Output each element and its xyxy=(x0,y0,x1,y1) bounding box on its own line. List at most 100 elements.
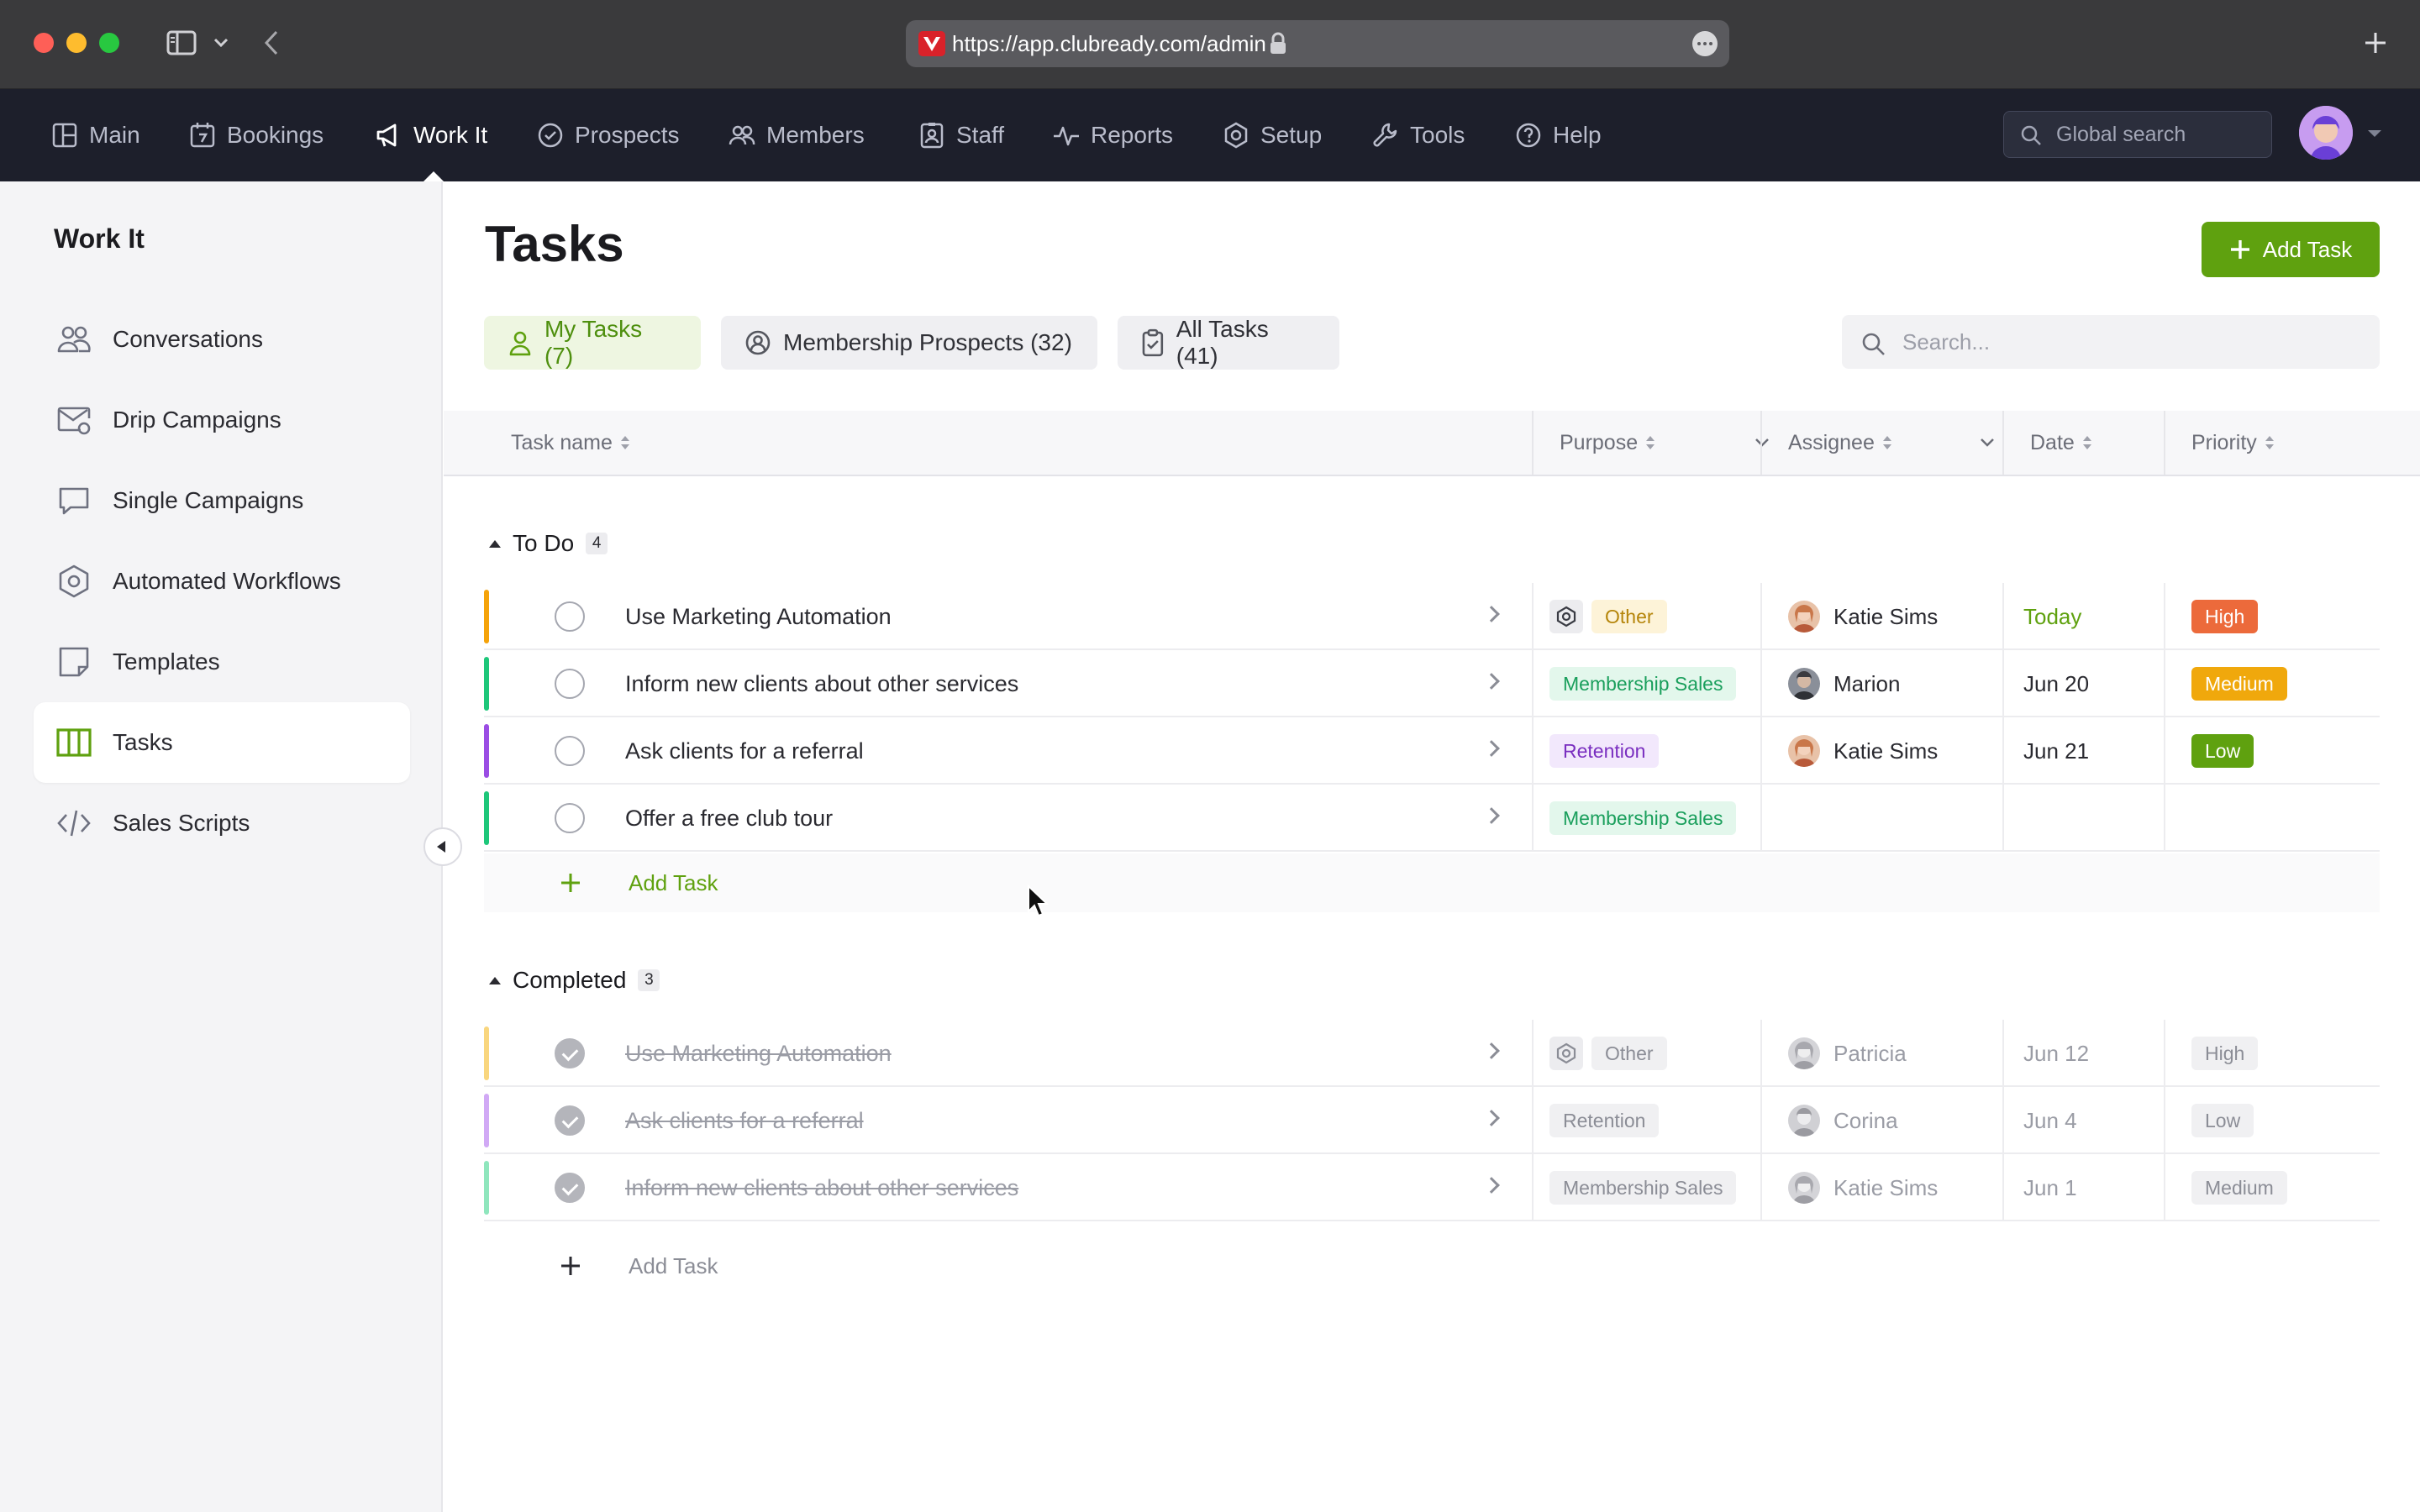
task-name[interactable]: Use Marketing Automation xyxy=(625,583,892,650)
group-header-completed[interactable]: Completed 3 xyxy=(489,963,660,997)
tab-my-tasks[interactable]: My Tasks (7) xyxy=(484,316,701,370)
address-bar[interactable]: https://app.clubready.com/admin xyxy=(906,20,1729,67)
nav-label: Help xyxy=(1553,122,1602,148)
chevron-right-icon[interactable] xyxy=(1483,1042,1500,1059)
sort-icon xyxy=(620,434,629,451)
page-title: Tasks xyxy=(485,216,624,272)
add-task-link[interactable]: Add Task xyxy=(629,1236,718,1295)
badge-icon xyxy=(920,123,944,149)
sidebar-item-automated-workflows[interactable]: Automated Workflows xyxy=(34,541,410,622)
table-row[interactable]: Inform new clients about other services … xyxy=(484,650,2380,717)
collapse-sidebar-button[interactable] xyxy=(424,827,462,866)
global-search-input[interactable] xyxy=(2056,112,2258,157)
sidebar-item-sales-scripts[interactable]: Sales Scripts xyxy=(34,783,410,864)
zoom-window-button[interactable] xyxy=(99,33,119,53)
nav-item-prospects[interactable]: Prospects xyxy=(536,89,680,181)
column-header-date[interactable]: Date xyxy=(2030,411,2091,475)
chevron-right-icon[interactable] xyxy=(1483,1177,1500,1194)
table-row[interactable]: Ask clients for a referral Retention Cor… xyxy=(484,1087,2380,1154)
sidebar-item-templates[interactable]: Templates xyxy=(34,622,410,702)
group-count-badge: 4 xyxy=(586,533,608,554)
table-row[interactable]: Ask clients for a referral Retention Kat… xyxy=(484,717,2380,785)
chevron-down-icon[interactable] xyxy=(1980,438,1995,448)
column-header-purpose[interactable]: Purpose xyxy=(1560,411,1770,475)
sidebar-item-single-campaigns[interactable]: Single Campaigns xyxy=(34,460,410,541)
chevron-right-icon[interactable] xyxy=(1483,1110,1500,1126)
more-options-icon[interactable] xyxy=(1692,31,1718,56)
task-name[interactable]: Ask clients for a referral xyxy=(625,717,864,785)
chevron-down-icon[interactable] xyxy=(212,25,230,60)
task-search[interactable] xyxy=(1842,315,2380,369)
nav-item-members[interactable]: Members xyxy=(728,89,865,181)
column-header-assignee[interactable]: Assignee xyxy=(1788,411,1995,475)
task-name[interactable]: Offer a free club tour xyxy=(625,785,833,852)
sidebar-item-label: Templates xyxy=(113,648,220,675)
sidebar-item-drip-campaigns[interactable]: Drip Campaigns xyxy=(34,380,410,460)
add-task-link[interactable]: Add Task xyxy=(629,853,718,912)
back-icon[interactable] xyxy=(260,25,282,60)
priority-cell: Low xyxy=(2191,1104,2254,1137)
purpose-badge: Other xyxy=(1591,600,1667,633)
nav-item-work-it[interactable]: Work It xyxy=(375,89,487,181)
gear-icon xyxy=(1549,600,1583,633)
task-name[interactable]: Ask clients for a referral xyxy=(625,1087,864,1154)
nav-item-tools[interactable]: Tools xyxy=(1371,89,1465,181)
priority-cell: Medium xyxy=(2191,1171,2287,1205)
nav-item-reports[interactable]: Reports xyxy=(1052,89,1173,181)
task-checkbox[interactable] xyxy=(555,736,585,766)
task-checkbox[interactable] xyxy=(555,803,585,833)
table-row[interactable]: Offer a free club tour Membership Sales xyxy=(484,785,2380,852)
task-checkbox[interactable] xyxy=(555,601,585,632)
tab-membership-prospects[interactable]: Membership Prospects (32) xyxy=(721,316,1097,370)
nav-item-help[interactable]: Help xyxy=(1514,89,1602,181)
minimize-window-button[interactable] xyxy=(66,33,87,53)
priority-color-bar xyxy=(484,724,489,778)
task-name[interactable]: Use Marketing Automation xyxy=(625,1020,892,1087)
active-nav-indicator xyxy=(424,171,444,181)
table-row[interactable]: Use Marketing Automation Other Katie Sim… xyxy=(484,583,2380,650)
mouse-cursor-icon xyxy=(1028,885,1050,917)
avatar[interactable] xyxy=(2299,106,2353,160)
nav-item-setup[interactable]: Setup xyxy=(1222,89,1322,181)
chevron-down-icon[interactable] xyxy=(2366,129,2383,139)
group-header-todo[interactable]: To Do 4 xyxy=(489,527,608,560)
nav-item-bookings[interactable]: Bookings xyxy=(188,89,324,181)
add-task-button[interactable]: Add Task xyxy=(2202,222,2380,277)
task-name[interactable]: Inform new clients about other services xyxy=(625,650,1018,717)
sort-icon xyxy=(1882,434,1891,451)
chevron-right-icon[interactable] xyxy=(1483,740,1500,757)
chevron-down-icon[interactable] xyxy=(1754,438,1770,448)
task-search-input[interactable] xyxy=(1902,315,2356,369)
table-row[interactable]: Inform new clients about other services … xyxy=(484,1154,2380,1221)
task-checkbox[interactable] xyxy=(555,669,585,699)
add-task-row-completed[interactable]: Add Task xyxy=(484,1236,2380,1295)
table-row[interactable]: Use Marketing Automation Other Patricia … xyxy=(484,1020,2380,1087)
assignee-cell: Marion xyxy=(1788,650,1900,717)
task-checkbox-checked[interactable] xyxy=(555,1173,585,1203)
group-count-badge: 3 xyxy=(638,969,660,991)
nav-item-staff[interactable]: Staff xyxy=(918,89,1004,181)
chevron-right-icon[interactable] xyxy=(1483,673,1500,690)
sidebar-item-tasks[interactable]: Tasks xyxy=(34,702,410,783)
global-search[interactable] xyxy=(2003,111,2272,158)
sidebar-toggle-icon[interactable] xyxy=(165,25,198,60)
users-icon xyxy=(57,326,91,353)
add-task-row-todo[interactable]: Add Task xyxy=(484,853,2380,912)
new-tab-icon[interactable] xyxy=(2361,25,2390,60)
task-name[interactable]: Inform new clients about other services xyxy=(625,1154,1018,1221)
column-header-priority[interactable]: Priority xyxy=(2191,411,2274,475)
column-header-task-name[interactable]: Task name xyxy=(511,411,629,475)
task-checkbox-checked[interactable] xyxy=(555,1105,585,1136)
sort-icon xyxy=(2082,434,2091,451)
assignee-cell: Patricia xyxy=(1788,1020,1907,1087)
nav-label: Tools xyxy=(1410,122,1465,148)
tab-all-tasks[interactable]: All Tasks (41) xyxy=(1118,316,1339,370)
nav-item-main[interactable]: Main xyxy=(50,89,140,181)
chevron-right-icon[interactable] xyxy=(1483,807,1500,824)
task-checkbox-checked[interactable] xyxy=(555,1038,585,1068)
gear-icon xyxy=(1224,122,1248,149)
chevron-right-icon[interactable] xyxy=(1483,606,1500,622)
close-window-button[interactable] xyxy=(34,33,54,53)
assignee-cell: Corina xyxy=(1788,1087,1898,1154)
sidebar-item-conversations[interactable]: Conversations xyxy=(34,299,410,380)
